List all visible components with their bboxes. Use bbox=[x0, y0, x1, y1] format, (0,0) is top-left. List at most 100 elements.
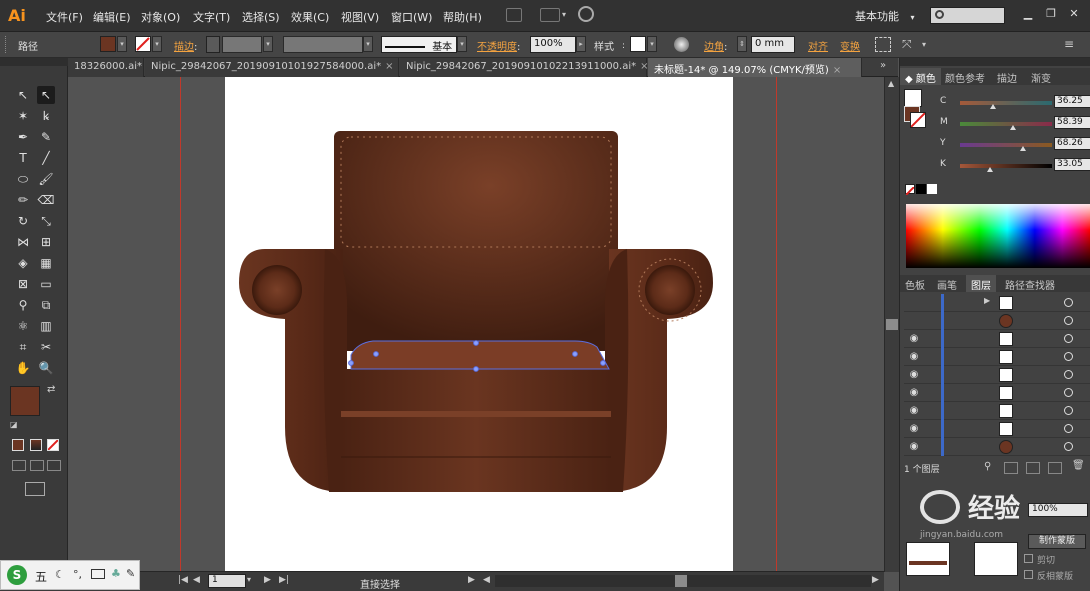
stroke-link[interactable]: 描边: bbox=[174, 38, 197, 53]
slider-cyan-value[interactable]: 36.25 bbox=[1054, 95, 1090, 108]
variable-width-profile[interactable] bbox=[283, 36, 363, 53]
make-clip-mask-icon[interactable] bbox=[1004, 462, 1018, 474]
slider-yellow-thumb[interactable] bbox=[1019, 146, 1026, 151]
layer-target-icon[interactable] bbox=[1064, 352, 1073, 361]
vertical-scrollbar[interactable]: ▲ bbox=[884, 77, 899, 572]
brush-dropdown-icon[interactable]: ▾ bbox=[457, 36, 467, 52]
scroll-right-icon[interactable]: ▶ bbox=[872, 575, 879, 585]
visibility-eye-icon[interactable]: ◉ bbox=[908, 423, 920, 435]
mask-thumbnail[interactable] bbox=[974, 542, 1018, 576]
clip-checkbox[interactable] bbox=[1024, 554, 1033, 563]
curvature-tool-icon[interactable]: ✎ bbox=[37, 128, 55, 146]
tab-gradient[interactable]: 渐变 bbox=[1026, 68, 1056, 85]
column-graph-tool-icon[interactable]: ▥ bbox=[37, 317, 55, 335]
menu-help[interactable]: 帮助(H) bbox=[443, 9, 482, 25]
left-arm-scroll[interactable] bbox=[252, 265, 302, 315]
tab-layers[interactable]: 图层 bbox=[966, 275, 996, 292]
isolate-selected-icon[interactable] bbox=[875, 37, 891, 52]
menu-window[interactable]: 窗口(W) bbox=[391, 9, 432, 25]
close-icon[interactable]: ✕ bbox=[1064, 6, 1084, 22]
visibility-eye-icon[interactable]: ◉ bbox=[908, 387, 920, 399]
layer-target-icon[interactable] bbox=[1064, 334, 1073, 343]
draw-normal-icon[interactable] bbox=[12, 460, 26, 471]
color-panel-stroke-box[interactable] bbox=[904, 89, 922, 107]
menu-type[interactable]: 文字(T) bbox=[193, 9, 230, 25]
color-panel-none-box[interactable] bbox=[910, 112, 926, 128]
vertical-scroll-thumb[interactable] bbox=[886, 319, 898, 330]
line-tool-icon[interactable]: ╱ bbox=[37, 149, 55, 167]
slider-yellow-value[interactable]: 68.26 bbox=[1054, 137, 1090, 150]
restore-icon[interactable]: ❐ bbox=[1041, 6, 1061, 22]
direct-selection-tool-icon[interactable]: ↖ bbox=[37, 86, 55, 104]
visibility-eye-icon[interactable]: ◉ bbox=[908, 333, 920, 345]
seat-front[interactable] bbox=[341, 369, 611, 492]
tab-doc-2[interactable]: Nipic_29842067_20190910101927584000.ai* × bbox=[145, 58, 399, 77]
visibility-eye-icon[interactable]: ◉ bbox=[908, 405, 920, 417]
visibility-eye-icon[interactable] bbox=[908, 297, 920, 309]
slider-cyan[interactable]: C 36.25 bbox=[940, 95, 1090, 110]
stroke-weight-stepper[interactable] bbox=[206, 36, 220, 53]
expand-arrow-icon[interactable]: ▶ bbox=[984, 296, 990, 305]
transform-link[interactable]: 变换 bbox=[840, 38, 860, 53]
none-color-chip[interactable] bbox=[905, 184, 915, 196]
layer-target-icon[interactable] bbox=[1064, 406, 1073, 415]
type-tool-icon[interactable]: T bbox=[14, 149, 32, 167]
menu-file[interactable]: 文件(F) bbox=[46, 9, 83, 25]
layer-row[interactable]: ◉ bbox=[904, 402, 1090, 420]
visibility-eye-icon[interactable]: ◉ bbox=[908, 369, 920, 381]
width-tool-icon[interactable]: ⋈ bbox=[14, 233, 32, 251]
tab-overflow-icon[interactable]: » bbox=[880, 60, 886, 71]
ime-settings-icon[interactable]: ✎ bbox=[126, 567, 135, 580]
new-sublayer-icon[interactable] bbox=[1026, 462, 1040, 474]
draw-behind-icon[interactable] bbox=[30, 460, 44, 471]
fill-swatch[interactable] bbox=[100, 36, 116, 52]
prev-artboard-icon[interactable]: ◀ bbox=[193, 575, 200, 585]
graphic-style-swatch[interactable] bbox=[630, 36, 646, 52]
tab-doc-4[interactable]: 未标题-14* @ 149.07% (CMYK/预览) × bbox=[648, 58, 862, 77]
tab-doc-3[interactable]: Nipic_29842067_20190910102213911000.ai* × bbox=[400, 58, 649, 77]
ime-punct-icon[interactable]: °, bbox=[73, 568, 82, 581]
opacity-input[interactable]: 100% bbox=[530, 36, 576, 53]
layer-target-icon[interactable] bbox=[1064, 424, 1073, 433]
opacity-link[interactable]: 不透明度: bbox=[477, 38, 520, 53]
tab-color-guide[interactable]: 颜色参考 bbox=[940, 68, 990, 85]
eyedropper-tool-icon[interactable]: ⚲ bbox=[14, 296, 32, 314]
tab-color[interactable]: ◆ 颜色 bbox=[900, 68, 941, 85]
slice-tool-icon[interactable]: ✂ bbox=[37, 338, 55, 356]
visibility-eye-icon[interactable]: ◉ bbox=[908, 441, 920, 453]
ime-toolbar[interactable]: S 五 ☾ °, ♣ ✎ bbox=[0, 560, 140, 590]
right-arm-scroll[interactable] bbox=[645, 265, 695, 315]
visibility-eye-icon[interactable]: ◉ bbox=[908, 351, 920, 363]
slider-yellow-track[interactable] bbox=[960, 143, 1052, 147]
brush-definition[interactable]: 基本 bbox=[381, 36, 457, 53]
menu-select[interactable]: 选择(S) bbox=[242, 9, 280, 25]
armchair-artwork[interactable] bbox=[225, 77, 733, 572]
tab-close-icon[interactable]: × bbox=[833, 65, 841, 76]
gpu-performance-icon[interactable] bbox=[578, 6, 594, 22]
blend-tool-icon[interactable]: ⧉ bbox=[37, 296, 55, 314]
slider-yellow[interactable]: Y 68.26 bbox=[940, 137, 1090, 152]
recolor-artwork-icon[interactable] bbox=[674, 37, 689, 52]
slider-black-track[interactable] bbox=[960, 164, 1052, 168]
layer-target-icon[interactable] bbox=[1064, 298, 1073, 307]
ime-skin-icon[interactable]: ♣ bbox=[111, 567, 121, 580]
first-artboard-icon[interactable]: |◀ bbox=[178, 575, 188, 585]
layer-target-icon[interactable] bbox=[1064, 442, 1073, 451]
artboard-dropdown-icon[interactable]: ▾ bbox=[247, 575, 251, 584]
menu-effect[interactable]: 效果(C) bbox=[291, 9, 329, 25]
corner-stepper[interactable]: ⇕ bbox=[737, 36, 747, 52]
style-dropdown-icon[interactable]: ▾ bbox=[647, 36, 657, 52]
control-panel-menu-icon[interactable]: ≡ bbox=[1064, 37, 1074, 51]
stroke-weight-input[interactable] bbox=[222, 36, 262, 53]
menu-view[interactable]: 视图(V) bbox=[341, 9, 379, 25]
opacity-dropdown-icon[interactable]: ▸ bbox=[576, 36, 586, 52]
ime-keyboard-icon[interactable] bbox=[91, 569, 105, 579]
last-artboard-icon[interactable]: ▶| bbox=[279, 575, 289, 585]
fill-color-box[interactable] bbox=[10, 386, 40, 416]
tab-brushes[interactable]: 画笔 bbox=[932, 275, 962, 292]
white-color-chip[interactable] bbox=[927, 184, 937, 194]
corners-link[interactable]: 边角: bbox=[704, 38, 727, 53]
ellipse-tool-icon[interactable]: ⬭ bbox=[14, 170, 32, 188]
bridge-icon[interactable] bbox=[506, 8, 522, 22]
fill-dropdown-icon[interactable]: ▾ bbox=[117, 36, 127, 52]
